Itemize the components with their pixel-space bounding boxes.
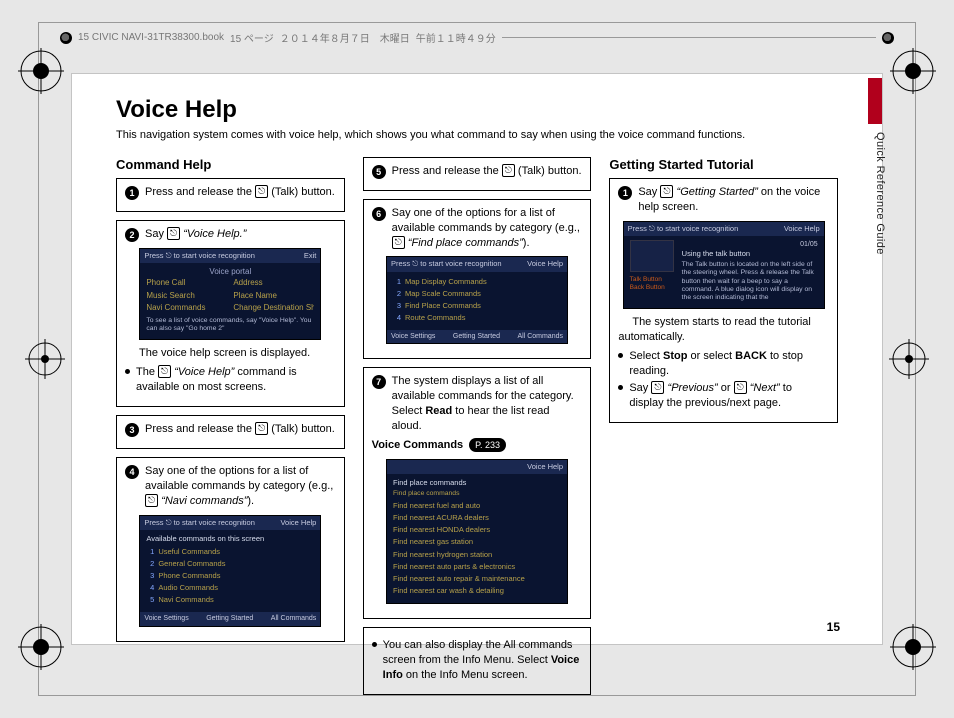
subheading-getting-started: Getting Started Tutorial — [609, 157, 838, 172]
step-badge: 7 — [372, 375, 386, 389]
talk-icon: ⎋ — [167, 227, 180, 240]
talk-icon: ⎋ — [660, 185, 673, 198]
talk-icon: ⎋ — [158, 365, 171, 378]
nav-screen-thumb-command-categories: Press ⎋ to start voice recognitionVoice … — [139, 515, 321, 627]
talk-icon: ⎋ — [734, 381, 747, 394]
section-label: Quick Reference Guide — [874, 132, 886, 255]
step-text: The system displays a list of all availa… — [392, 374, 583, 433]
page-title: Voice Help — [116, 96, 838, 124]
intro-text: This navigation system comes with voice … — [116, 128, 756, 143]
registration-mark-icon — [22, 336, 68, 382]
bullet-text: Say ⎋ “Previous” or ⎋ “Next” to display … — [629, 381, 829, 411]
registration-mark-icon — [18, 624, 64, 670]
step-box-3: 3 Press and release the ⎋ (Talk) button. — [116, 415, 345, 449]
talk-icon: ⎋ — [502, 164, 515, 177]
bullet-text: Select Stop or select BACK to stop readi… — [629, 349, 829, 379]
step-box-2: 2 Say ⎋ “Voice Help.” Press ⎋ to start v… — [116, 220, 345, 407]
talk-icon: ⎋ — [392, 236, 405, 249]
step-text: Press and release the ⎋ (Talk) button. — [145, 185, 336, 200]
book-header: 15 CIVIC NAVI-31TR38300.book 15 ページ ２０１４… — [60, 30, 894, 45]
step-box-7: 7 The system displays a list of all avai… — [363, 367, 592, 619]
talk-icon: ⎋ — [651, 381, 664, 394]
bullet-text: You can also display the All commands sc… — [383, 638, 583, 683]
bullet-icon — [618, 353, 623, 358]
print-date: ２０１４年８月７日 木曜日 — [280, 30, 410, 45]
page: 15 CIVIC NAVI-31TR38300.book 15 ページ ２０１４… — [0, 0, 954, 718]
section-tab — [868, 78, 882, 124]
step-text: Say one of the options for a list of ava… — [145, 464, 336, 509]
header-ornament-icon — [60, 32, 72, 44]
book-ref: 15 CIVIC NAVI-31TR38300.book — [78, 32, 224, 43]
step-badge: 1 — [125, 186, 139, 200]
registration-mark-icon — [886, 336, 932, 382]
note-box-all-commands: You can also display the All commands sc… — [363, 627, 592, 695]
nav-screen-thumb-voice-portal: Press ⎋ to start voice recognitionExit V… — [139, 248, 321, 341]
step-box-6: 6 Say one of the options for a list of a… — [363, 199, 592, 360]
page-ref-pill: P. 233 — [469, 438, 506, 452]
registration-mark-icon — [890, 48, 936, 94]
step-box-5: 5 Press and release the ⎋ (Talk) button. — [363, 157, 592, 191]
talk-icon: ⎋ — [145, 494, 158, 507]
nav-screen-thumb-find-place: Voice Help Find place commands Find plac… — [386, 459, 568, 604]
nav-screen-thumb-tutorial: Press ⎋ to start voice recognitionVoice … — [623, 221, 825, 309]
step-text: Press and release the ⎋ (Talk) button. — [145, 422, 336, 437]
step-box-4: 4 Say one of the options for a list of a… — [116, 457, 345, 642]
print-time: 午前１１時４９分 — [416, 30, 496, 45]
caption: The system starts to read the tutorial a… — [618, 315, 829, 345]
bullet-text: The ⎋ “Voice Help” command is available … — [136, 365, 336, 395]
column-1: Command Help 1 Press and release the ⎋ (… — [116, 157, 345, 703]
step-badge: 3 — [125, 423, 139, 437]
registration-mark-icon — [18, 48, 64, 94]
bullet-icon — [125, 369, 130, 374]
step-text: Say ⎋ “Getting Started” on the voice hel… — [638, 185, 829, 215]
step-text: Press and release the ⎋ (Talk) button. — [392, 164, 583, 179]
step-text: Say ⎋ “Voice Help.” — [145, 227, 336, 242]
column-2: 5 Press and release the ⎋ (Talk) button.… — [363, 157, 592, 703]
step-badge: 1 — [618, 186, 632, 200]
step-text: Say one of the options for a list of ava… — [392, 206, 583, 251]
talk-icon: ⎋ — [255, 422, 268, 435]
registration-mark-icon — [890, 624, 936, 670]
header-ornament-icon — [882, 32, 894, 44]
step-badge: 6 — [372, 207, 386, 221]
bullet-icon — [618, 385, 623, 390]
step-badge: 5 — [372, 165, 386, 179]
step-badge: 4 — [125, 465, 139, 479]
bullet-icon — [372, 642, 377, 647]
nav-screen-thumb-navi-categories: Press ⎋ to start voice recognitionVoice … — [386, 256, 568, 344]
talk-icon: ⎋ — [255, 185, 268, 198]
caption: The voice help screen is displayed. — [125, 346, 336, 361]
paper: Quick Reference Guide Voice Help This na… — [72, 74, 882, 644]
page-token: 15 ページ — [230, 30, 274, 45]
step-box-tutorial: 1 Say ⎋ “Getting Started” on the voice h… — [609, 178, 838, 423]
header-rule — [502, 37, 876, 38]
page-number: 15 — [827, 620, 840, 634]
voice-commands-ref: Voice Commands P. 233 — [372, 438, 583, 453]
columns: Command Help 1 Press and release the ⎋ (… — [116, 157, 838, 703]
step-badge: 2 — [125, 228, 139, 242]
column-3: Getting Started Tutorial 1 Say ⎋ “Gettin… — [609, 157, 838, 703]
step-box-1: 1 Press and release the ⎋ (Talk) button. — [116, 178, 345, 212]
subheading-command-help: Command Help — [116, 157, 345, 172]
